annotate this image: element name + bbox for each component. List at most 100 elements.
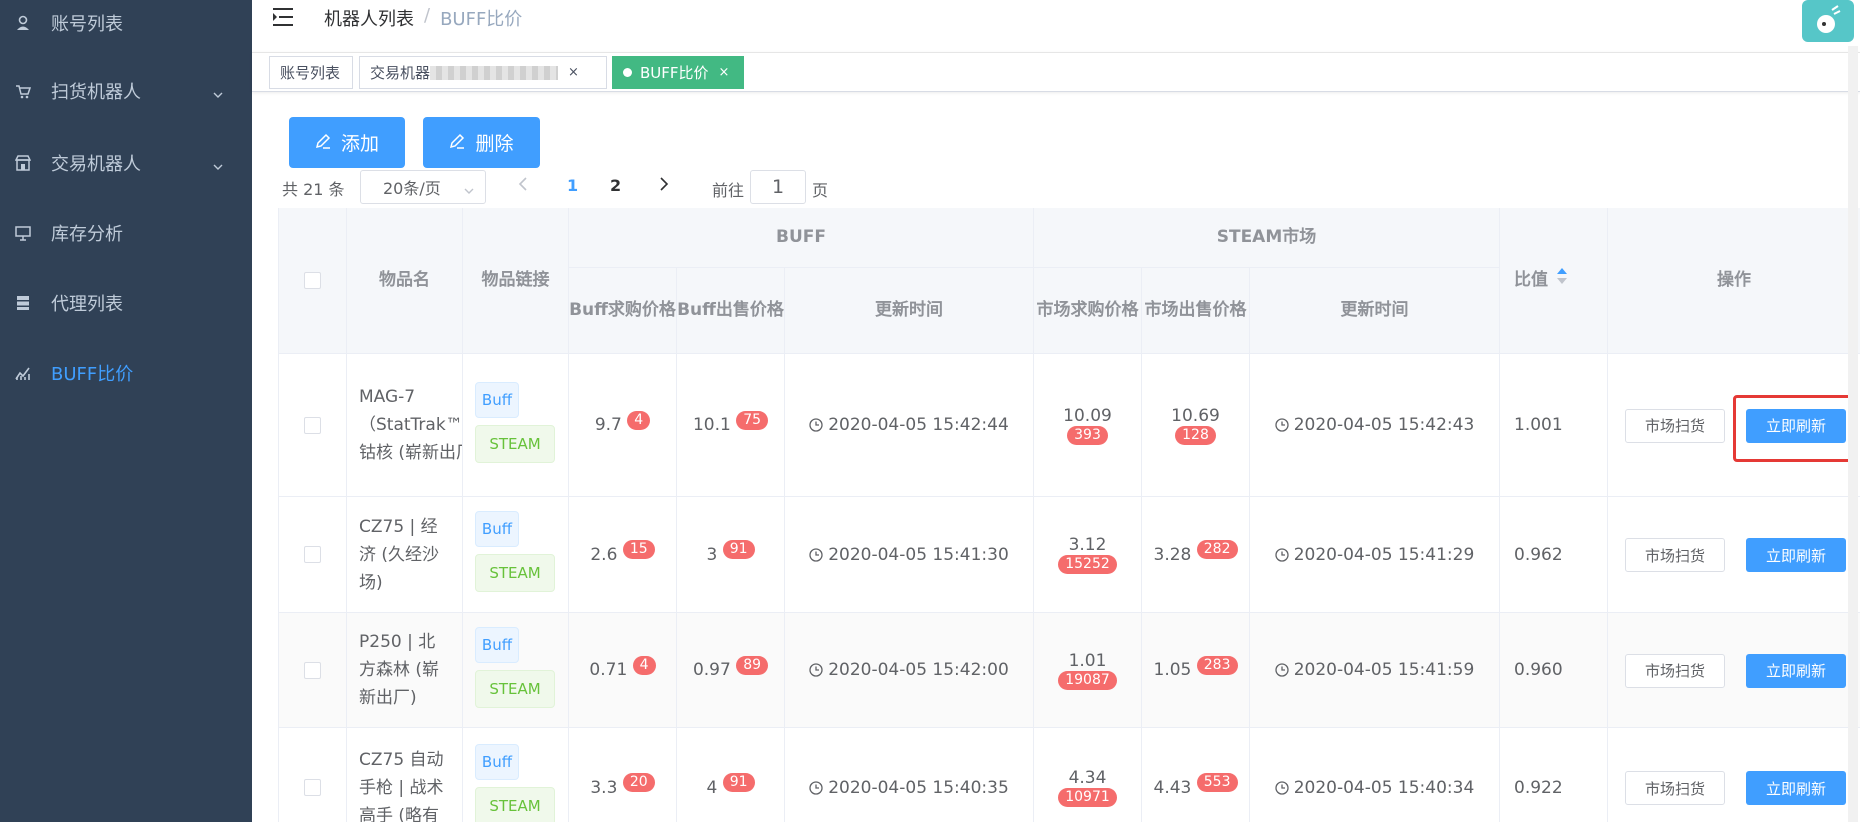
- buff-link-button[interactable]: Buff: [475, 744, 519, 780]
- avatar[interactable]: [1802, 0, 1854, 42]
- chevron-down-icon: [463, 182, 475, 201]
- prev-page-button[interactable]: [518, 176, 528, 195]
- monitor-icon: [14, 224, 32, 242]
- refresh-now-button[interactable]: 立即刷新: [1746, 771, 1846, 805]
- row-checkbox[interactable]: [304, 661, 321, 679]
- tag-buff-compare[interactable]: BUFF比价 ×: [612, 56, 744, 89]
- steam-sell-cell: 10.69 128: [1142, 354, 1250, 497]
- steam-sell-cell: 1.05 283: [1142, 613, 1250, 728]
- close-icon[interactable]: ×: [719, 65, 730, 80]
- hamburger-icon[interactable]: [272, 7, 294, 27]
- delete-button-label: 删除: [475, 133, 514, 155]
- item-name-cell: P250 | 北方森林 (崭新出厂): [347, 613, 463, 728]
- sidebar-item-label: 库存分析: [51, 224, 123, 245]
- breadcrumb-parent[interactable]: 机器人列表: [324, 5, 414, 31]
- goto-page-input[interactable]: 1: [750, 170, 806, 204]
- sidebar-item-buff-compare[interactable]: BUFF比价: [0, 345, 252, 401]
- sidebar-item-scan-robot[interactable]: 扫货机器人: [0, 63, 252, 119]
- next-page-button[interactable]: [659, 176, 669, 195]
- sidebar: 账号列表 扫货机器人 交易机器人 库存分析 代理列表 BUFF比价: [0, 0, 252, 822]
- row-checkbox[interactable]: [304, 779, 321, 796]
- tag-accounts[interactable]: 账号列表: [269, 56, 353, 89]
- market-scan-button[interactable]: 市场扫货: [1625, 408, 1725, 443]
- page-number-2[interactable]: 2: [610, 176, 621, 195]
- buff-link-button[interactable]: Buff: [475, 626, 519, 663]
- sort-icon[interactable]: [1556, 267, 1568, 294]
- buff-sell-price: 3: [706, 544, 718, 565]
- cart-icon: [14, 82, 32, 100]
- user-icon: [14, 14, 32, 32]
- item-name: P250 | 北方森林 (崭新出厂): [359, 632, 440, 708]
- select-all-checkbox[interactable]: [304, 272, 321, 289]
- delete-button[interactable]: 删除: [423, 117, 540, 168]
- steam-update-time: 2020-04-05 15:41:59: [1293, 660, 1475, 680]
- buff-sell-cell: 4 91: [677, 728, 785, 822]
- scrollbar[interactable]: [1848, 46, 1858, 822]
- buff-buy-count-badge: 20: [622, 773, 655, 792]
- steam-sell-count-badge: 553: [1196, 773, 1238, 792]
- refresh-now-button[interactable]: 立即刷新: [1746, 653, 1846, 688]
- market-scan-button[interactable]: 市场扫货: [1625, 653, 1725, 688]
- market-scan-button[interactable]: 市场扫货: [1625, 538, 1725, 572]
- steam-buy-count-badge: 15252: [1058, 555, 1117, 574]
- buff-buy-cell: 9.7 4: [569, 354, 677, 497]
- breadcrumb-current: BUFF比价: [440, 9, 523, 30]
- refresh-now-button[interactable]: 立即刷新: [1746, 538, 1846, 572]
- steam-link-button[interactable]: STEAM: [475, 669, 555, 708]
- buff-buy-cell: 0.71 4: [569, 613, 677, 728]
- market-scan-button[interactable]: 市场扫货: [1625, 771, 1725, 805]
- actions-cell: 市场扫货 立即刷新: [1608, 613, 1860, 728]
- sidebar-item-label: 账号列表: [51, 14, 123, 35]
- sidebar-item-proxy[interactable]: 代理列表: [0, 275, 252, 331]
- steam-time-cell: 2020-04-05 15:42:43: [1250, 354, 1500, 497]
- buff-buy-cell: 3.3 20: [569, 728, 677, 822]
- header-ratio[interactable]: 比值: [1500, 208, 1608, 354]
- buff-buy-count-badge: 15: [622, 540, 655, 559]
- sidebar-item-label: 交易机器人: [51, 154, 141, 175]
- buff-link-button[interactable]: Buff: [475, 381, 519, 418]
- tag-label: 交易机器: [370, 64, 431, 82]
- row-checkbox[interactable]: [304, 546, 321, 563]
- clock-icon: [809, 547, 823, 562]
- steam-sell-cell: 3.28 282: [1142, 497, 1250, 613]
- steam-link-button[interactable]: STEAM: [475, 554, 555, 592]
- steam-buy-cell: 10.09 393: [1034, 354, 1142, 497]
- steam-link-button[interactable]: STEAM: [475, 787, 555, 822]
- add-button-label: 添加: [340, 133, 379, 155]
- steam-buy-cell: 4.34 10971: [1034, 728, 1142, 822]
- header-steam-update: 更新时间: [1250, 268, 1500, 354]
- close-icon[interactable]: ×: [568, 65, 579, 80]
- item-link-cell: Buff STEAM: [463, 613, 569, 728]
- header-actions: 操作: [1608, 208, 1860, 354]
- buff-update-time: 2020-04-05 15:42:44: [828, 415, 1009, 435]
- tag-trade-robot[interactable]: 交易机器 ×: [359, 56, 607, 89]
- clock-icon: [1275, 663, 1289, 677]
- clock-icon: [1275, 418, 1289, 432]
- item-name-cell: CZ75 自动手枪 | 战术高手 (略有: [347, 728, 463, 822]
- buff-sell-price: 4: [706, 777, 718, 798]
- buff-buy-price: 3.3: [590, 777, 618, 798]
- steam-link-button[interactable]: STEAM: [475, 424, 555, 463]
- page-size-select[interactable]: 20条/页: [360, 170, 486, 204]
- edit-icon: [449, 132, 465, 154]
- sidebar-item-trade-robot[interactable]: 交易机器人: [0, 135, 252, 191]
- goto-prefix: 前往: [712, 181, 745, 200]
- buff-link-button[interactable]: Buff: [475, 511, 519, 547]
- page-number-1[interactable]: 1: [567, 176, 578, 195]
- buff-update-time: 2020-04-05 15:42:00: [828, 660, 1009, 680]
- item-link-cell: Buff STEAM: [463, 728, 569, 822]
- row-checkbox[interactable]: [304, 416, 321, 434]
- sidebar-item-inventory[interactable]: 库存分析: [0, 205, 252, 261]
- clock-icon: [1275, 547, 1289, 562]
- steam-sell-cell: 4.43 553: [1142, 728, 1250, 822]
- tag-label: 账号列表: [280, 64, 341, 82]
- buff-sell-price: 0.97: [692, 660, 731, 680]
- item-link-cell: Buff STEAM: [463, 354, 569, 497]
- add-button[interactable]: 添加: [289, 117, 405, 168]
- clock-icon: [809, 418, 823, 432]
- ratio-cell: 1.001: [1500, 354, 1608, 497]
- sidebar-item-accounts[interactable]: 账号列表: [0, 0, 252, 51]
- header-item-link: 物品链接: [463, 208, 569, 354]
- steam-buy-price: 4.34: [1068, 768, 1107, 788]
- buff-sell-cell: 3 91: [677, 497, 785, 613]
